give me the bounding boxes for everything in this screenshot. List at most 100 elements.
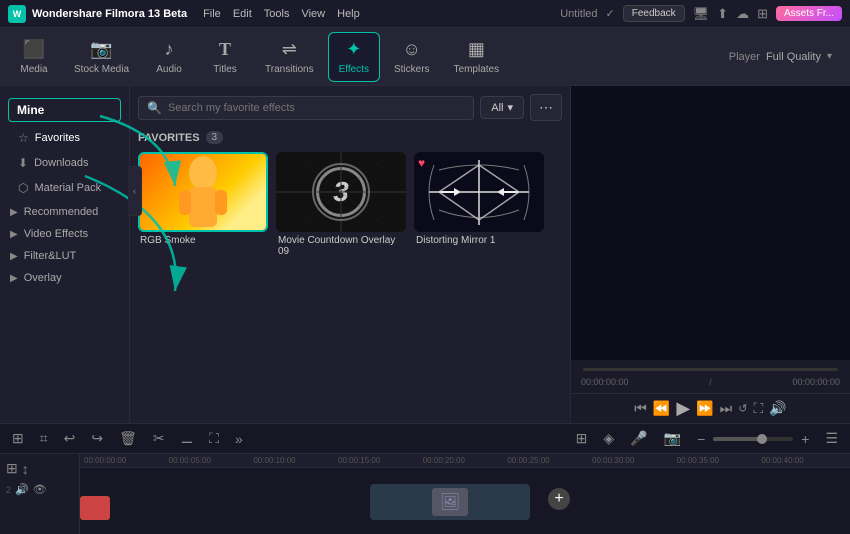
sidebar-collapse-button[interactable]: ‹: [128, 166, 142, 216]
toolbar-effects[interactable]: ✦ Effects: [328, 32, 380, 82]
sidebar-item-filter-lut[interactable]: ▶ Filter&LUT: [0, 245, 129, 267]
volume-button[interactable]: 🔊: [769, 400, 786, 417]
filter-dropdown[interactable]: All ▾: [480, 96, 524, 119]
menu-file[interactable]: File: [203, 8, 221, 20]
track-move-icon[interactable]: ↕: [22, 461, 29, 477]
countdown-lines-svg: [276, 152, 406, 232]
menu-edit[interactable]: Edit: [233, 8, 252, 20]
sidebar-item-recommended[interactable]: ▶ Recommended: [0, 201, 129, 223]
track-speaker-icon[interactable]: 🔊: [15, 483, 29, 496]
loop-button[interactable]: ↺: [738, 402, 747, 415]
sidebar: Mine ☆ Favorites ⬇ Downloads ⬡ Material …: [0, 86, 130, 423]
toolbar-audio[interactable]: ♪ Audio: [143, 32, 195, 82]
toolbar-stickers[interactable]: ☺ Stickers: [384, 32, 440, 82]
menu-help[interactable]: Help: [337, 8, 360, 20]
zoom-thumb: [757, 434, 767, 444]
timeline-delete-button[interactable]: 🗑: [115, 428, 141, 449]
timeline-crop-button[interactable]: ⛶: [205, 428, 223, 449]
track-num: 2: [6, 485, 11, 495]
search-icon: 🔍: [147, 101, 162, 115]
toolbar-transitions-label: Transitions: [265, 64, 314, 75]
more-options-button[interactable]: ⋯: [530, 94, 562, 121]
distorting-label: Distorting Mirror 1: [414, 232, 544, 249]
progress-bar[interactable]: [583, 368, 838, 371]
timeline-redo-button[interactable]: ↪: [87, 428, 107, 449]
effect-card-distorting[interactable]: ♥: [414, 152, 544, 260]
step-forward-button[interactable]: ⏩: [696, 400, 713, 417]
ruler-mark-7: 00:00:35:00: [677, 456, 762, 465]
search-input-wrap: 🔍: [138, 96, 474, 120]
timeline-snap-button[interactable]: ⊞: [8, 428, 28, 449]
app-logo: W: [8, 5, 26, 23]
player-time: 00:00:00:00 / 00:00:00:00: [577, 375, 844, 389]
timeline-marker-button[interactable]: ◈: [599, 428, 618, 449]
countdown-thumbnail: ♥ 3: [276, 152, 406, 232]
timeline-magnet-button[interactable]: ⌗: [36, 428, 52, 449]
audio-icon: ♪: [165, 39, 174, 60]
total-time: 00:00:00:00: [792, 377, 840, 387]
search-input[interactable]: [168, 102, 465, 114]
toolbar-stock-media[interactable]: 📷 Stock Media: [64, 32, 139, 82]
skip-forward-button[interactable]: ⏭: [720, 400, 733, 417]
toolbar-transitions[interactable]: ⇌ Transitions: [255, 32, 324, 82]
toolbar-titles[interactable]: T Titles: [199, 32, 251, 82]
sidebar-item-downloads[interactable]: ⬇ Downloads: [4, 151, 125, 175]
timeline-settings-button[interactable]: ☰: [821, 428, 842, 449]
clip-thumb-icon: 🖼: [440, 492, 460, 512]
zoom-out-button[interactable]: −: [693, 429, 709, 449]
filter-lut-arrow-icon: ▶: [10, 251, 18, 262]
timeline-undo-button[interactable]: ↩: [60, 428, 80, 449]
menu-tools[interactable]: Tools: [264, 8, 290, 20]
assets-button[interactable]: Assets Fr...: [776, 6, 842, 21]
fullscreen-button[interactable]: ⛶: [753, 400, 763, 417]
sidebar-item-video-effects[interactable]: ▶ Video Effects: [0, 223, 129, 245]
skip-back-button[interactable]: ⏮: [634, 400, 647, 417]
toolbar-templates[interactable]: ▦ Templates: [444, 32, 510, 82]
toolbar-media-label: Media: [20, 64, 47, 75]
timeline-more-button[interactable]: »: [231, 429, 247, 449]
track-eye-icon[interactable]: 👁: [33, 483, 47, 496]
ruler-mark-2: 00:00:10:00: [253, 456, 338, 465]
timeline-split-button[interactable]: ⚊: [177, 428, 198, 449]
clip-track: 🖼 +: [80, 468, 850, 534]
effect-card-movie-countdown[interactable]: ♥ 3 Mov: [276, 152, 406, 260]
timeline-clip-main[interactable]: 🖼: [370, 484, 530, 520]
quality-dropdown-icon[interactable]: ▾: [827, 51, 832, 62]
timeline-add-button[interactable]: +: [548, 488, 570, 510]
sidebar-item-overlay[interactable]: ▶ Overlay: [0, 267, 129, 289]
sidebar-item-favorites[interactable]: ☆ Favorites: [4, 126, 125, 150]
player-video-area: [571, 86, 850, 360]
sidebar-downloads-label: Downloads: [34, 157, 88, 169]
sidebar-item-material-pack[interactable]: ⬡ Material Pack: [4, 176, 125, 200]
feedback-button[interactable]: Feedback: [623, 5, 685, 22]
favorites-title: FAVORITES: [138, 132, 200, 144]
sidebar-mine[interactable]: Mine: [8, 98, 121, 122]
player-progress-area: 00:00:00:00 / 00:00:00:00: [571, 360, 850, 393]
step-back-button[interactable]: ⏪: [653, 400, 670, 417]
play-button[interactable]: ▶: [676, 398, 690, 419]
menu-view[interactable]: View: [301, 8, 325, 20]
player-label: Player: [729, 51, 760, 63]
toolbar-templates-label: Templates: [454, 64, 500, 75]
timeline-zoom-fit-button[interactable]: ⊞: [572, 428, 592, 449]
zoom-in-button[interactable]: +: [797, 429, 813, 449]
zoom-slider[interactable]: [713, 437, 793, 441]
ruler-mark-4: 00:00:20:00: [423, 456, 508, 465]
monitor-icon: 🖥: [693, 6, 710, 22]
countdown-visual: 3: [276, 152, 406, 232]
filter-label: All: [491, 102, 503, 114]
toolbar-stickers-label: Stickers: [394, 64, 430, 75]
effect-card-rgb-smoke[interactable]: RGB Smoke: [138, 152, 268, 260]
sidebar-filter-label: Filter&LUT: [24, 250, 77, 262]
timeline-clip-pink[interactable]: [80, 496, 110, 520]
ruler-marks: 00:00:00:00 00:00:05:00 00:00:10:00 00:0…: [84, 456, 846, 465]
toolbar-media[interactable]: ⬛ Media: [8, 32, 60, 82]
timeline-mic-button[interactable]: 🎤: [626, 428, 651, 449]
timeline-cut-button[interactable]: ✂: [149, 428, 169, 449]
toolbar-effects-label: Effects: [339, 64, 369, 75]
ruler-mark-6: 00:00:30:00: [592, 456, 677, 465]
distorting-heart-icon: ♥: [418, 156, 425, 170]
timeline-camera-button[interactable]: 📷: [660, 428, 685, 449]
countdown-label: Movie Countdown Overlay 09: [276, 232, 406, 260]
track-add-icon[interactable]: ⊞: [6, 460, 18, 477]
